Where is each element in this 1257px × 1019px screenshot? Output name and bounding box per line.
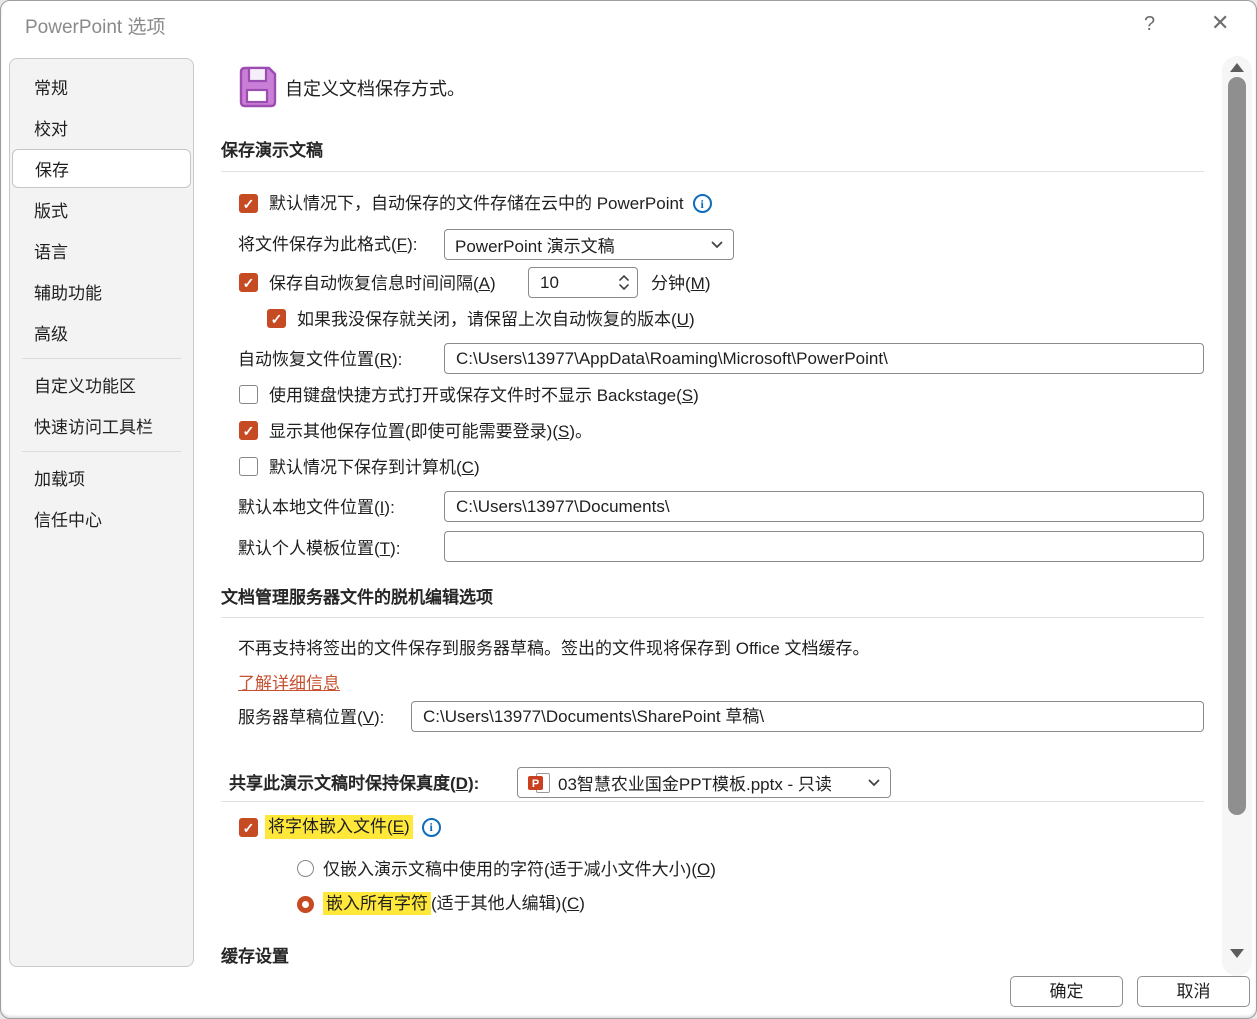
show-more-places-label: 显示其他保存位置(即使可能需要登录)(S)。 [269,422,592,442]
save-format-value: PowerPoint 演示文稿 [455,232,711,257]
sidebar-item-general[interactable]: 常规 [10,66,193,107]
autorecover-interval-stepper[interactable]: 10 [528,267,638,298]
learn-more-link[interactable]: 了解详细信息 [238,669,340,694]
chevron-down-icon [711,241,723,249]
info-icon[interactable]: i [422,818,441,837]
powerpoint-options-dialog: PowerPoint 选项 ? ✕ 常规 校对 保存 版式 语言 辅助功能 高级… [0,0,1257,1019]
local-location-label: 默认本地文件位置(I): [238,498,395,518]
powerpoint-file-icon: P [528,773,551,793]
autorecover-location-input[interactable]: C:\Users\13977\AppData\Roaming\Microsoft… [444,343,1204,374]
save-floppy-icon [237,65,277,114]
fidelity-document-dropdown[interactable]: P 03智慧农业国金PPT模板.pptx - 只读 [517,767,891,798]
ok-button[interactable]: 确定 [1010,976,1123,1007]
scroll-down-icon[interactable] [1230,949,1244,958]
sidebar-item-addins[interactable]: 加载项 [10,457,193,498]
fidelity-document-value: 03智慧农业国金PPT模板.pptx - 只读 [558,770,868,795]
no-backstage-label: 使用键盘快捷方式打开或保存文件时不显示 Backstage(S) [269,386,699,406]
embed-all-chars-label: 嵌入所有字符(适于其他人编辑)(C) [323,894,585,914]
server-drafts-label: 服务器草稿位置(V): [238,708,384,728]
sidebar-item-accessibility[interactable]: 辅助功能 [10,271,193,312]
help-icon[interactable]: ? [1144,12,1155,36]
page-description: 自定义文档保存方式。 [285,79,465,99]
sidebar-item-advanced[interactable]: 高级 [10,312,193,353]
offline-description: 不再支持将签出的文件保存到服务器草稿。签出的文件现将保存到 Office 文档缓… [238,639,870,659]
autorecover-location-label: 自动恢复文件位置(R): [238,350,402,370]
sidebar-item-customize-ribbon[interactable]: 自定义功能区 [10,364,193,405]
sidebar: 常规 校对 保存 版式 语言 辅助功能 高级 自定义功能区 快速访问工具栏 加载… [9,58,194,967]
embed-fonts-checkbox[interactable] [239,818,258,837]
no-backstage-checkbox[interactable] [239,385,258,404]
save-to-computer-label: 默认情况下保存到计算机(C) [269,458,480,478]
local-location-input[interactable]: C:\Users\13977\Documents\ [444,491,1204,522]
chevron-down-icon [868,779,880,787]
close-icon[interactable]: ✕ [1211,11,1229,35]
minutes-label: 分钟(M) [651,274,711,294]
autorecover-checkbox[interactable] [239,273,258,292]
section-divider [221,617,1204,618]
stepper-down-icon[interactable] [619,284,629,290]
sidebar-divider [22,451,181,452]
keep-last-autosaved-checkbox[interactable] [267,309,286,328]
section-title-offline-editing: 文档管理服务器文件的脱机编辑选项 [221,588,493,608]
section-divider [221,801,1204,802]
embed-all-chars-radio[interactable] [297,896,314,913]
autosave-cloud-label: 默认情况下，自动保存的文件存储在云中的 PowerPoint [269,194,684,214]
fidelity-label: 共享此演示文稿时保持保真度(D): [229,774,479,794]
scrollbar-thumb[interactable] [1228,77,1246,815]
embed-fonts-label: 将字体嵌入文件(E) [265,815,413,839]
save-format-dropdown[interactable]: PowerPoint 演示文稿 [444,229,734,260]
info-icon[interactable]: i [693,194,712,213]
section-title-cache-settings: 缓存设置 [221,947,289,967]
sidebar-item-trust-center[interactable]: 信任中心 [10,498,193,539]
autorecover-interval-value: 10 [540,273,619,293]
save-format-label: 将文件保存为此格式(F): [238,235,417,255]
sidebar-divider [22,358,181,359]
scroll-up-icon[interactable] [1230,63,1244,72]
svg-text:P: P [532,778,539,790]
embed-used-only-label: 仅嵌入演示文稿中使用的字符(适于减小文件大小)(O) [323,860,716,880]
template-location-input[interactable] [444,531,1204,562]
sidebar-item-language[interactable]: 语言 [10,230,193,271]
template-location-label: 默认个人模板位置(T): [238,539,400,559]
sidebar-item-layout[interactable]: 版式 [10,189,193,230]
dialog-title: PowerPoint 选项 [25,12,165,39]
autosave-cloud-checkbox[interactable] [239,194,258,213]
sidebar-item-quick-access-toolbar[interactable]: 快速访问工具栏 [10,405,193,446]
server-drafts-input[interactable]: C:\Users\13977\Documents\SharePoint 草稿\ [411,701,1204,732]
show-more-places-checkbox[interactable] [239,421,258,440]
sidebar-item-save[interactable]: 保存 [12,149,191,188]
autorecover-label: 保存自动恢复信息时间间隔(A) [269,274,496,294]
save-to-computer-checkbox[interactable] [239,457,258,476]
stepper-up-icon[interactable] [619,275,629,281]
embed-used-only-radio[interactable] [297,860,314,877]
sidebar-item-proofing[interactable]: 校对 [10,107,193,148]
section-title-save-presentations: 保存演示文稿 [221,141,323,161]
section-divider [221,171,1204,172]
keep-last-autosaved-label: 如果我没保存就关闭，请保留上次自动恢复的版本(U) [297,310,695,330]
cancel-button[interactable]: 取消 [1137,976,1250,1007]
